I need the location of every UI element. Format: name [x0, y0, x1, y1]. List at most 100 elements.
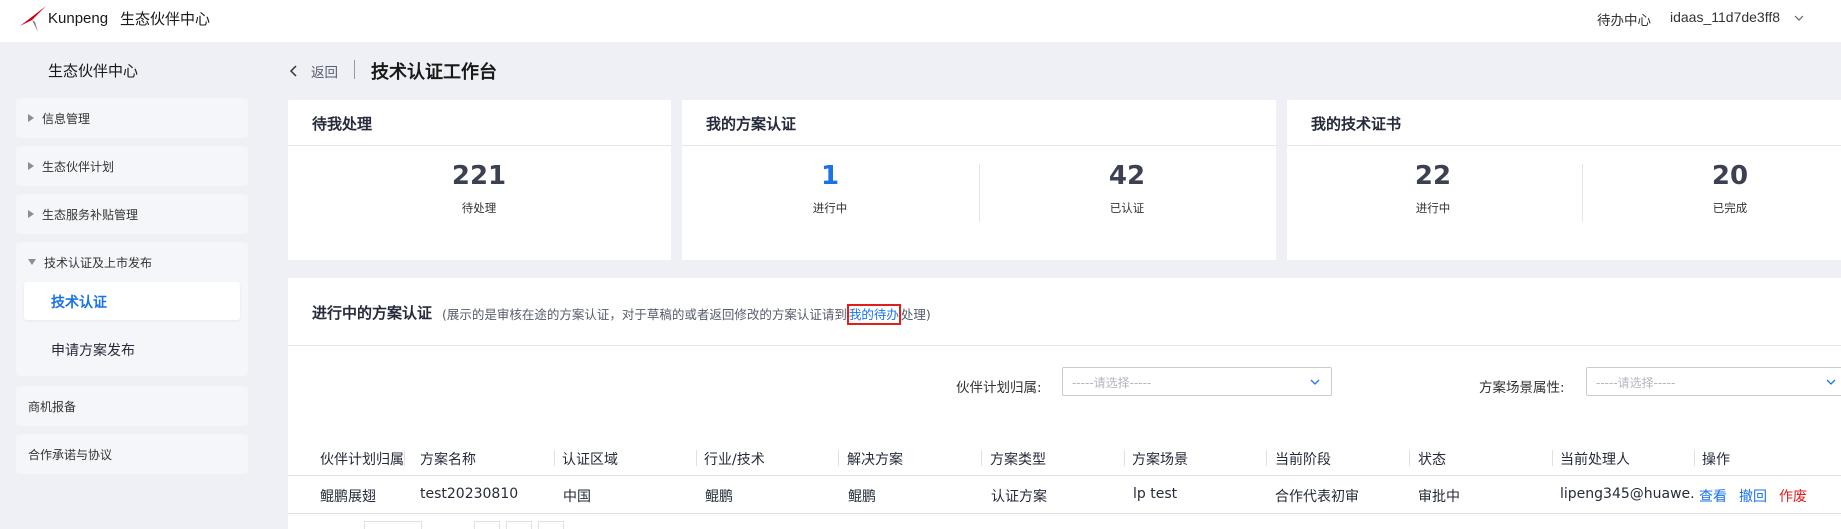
caret-down-icon [28, 259, 36, 265]
divider [979, 164, 980, 222]
stat-label: 进行中 [1415, 201, 1451, 215]
top-bar: Kunpeng 生态伙伴中心 待办中心 idaas_11d7de3ff8 [0, 0, 1841, 42]
sidebar-item-label: 技术认证及上市发布 [44, 255, 153, 270]
sidebar-item-agreements[interactable]: 合作承诺与协议 [16, 434, 248, 474]
view-button[interactable]: 查看 [1699, 486, 1727, 506]
filter-label-partner-plan: 伙伴计划归属: [956, 380, 1042, 396]
stat-label: 已认证 [1109, 201, 1145, 215]
stat-in-progress[interactable]: 1 进行中 [780, 160, 880, 216]
user-menu[interactable]: idaas_11d7de3ff8 [1670, 9, 1780, 25]
sidebar-subitem-publish[interactable]: 申请方案发布 [51, 340, 135, 360]
pager-next-button[interactable] [538, 521, 564, 529]
stat-cert-completed[interactable]: 20 已完成 [1680, 160, 1780, 216]
pager-page-button[interactable] [506, 521, 532, 529]
stat-cert-in-progress[interactable]: 22 进行中 [1383, 160, 1483, 216]
sidebar-item-partner-plan[interactable]: 生态伙伴计划 [16, 146, 248, 186]
sidebar-item-label: 生态服务补贴管理 [42, 207, 139, 222]
divider [981, 450, 982, 466]
col-scene[interactable]: 方案场景 [1132, 449, 1188, 469]
panel-title: 进行中的方案认证 [312, 304, 433, 322]
col-handler[interactable]: 当前处理人 [1560, 449, 1630, 469]
col-solution[interactable]: 解决方案 [847, 449, 903, 469]
select-placeholder: -----请选择----- [1072, 376, 1152, 390]
chevron-down-icon [1826, 379, 1836, 385]
divider [1552, 450, 1553, 466]
stat-value: 22 [1414, 161, 1452, 191]
page-size-select[interactable] [364, 521, 422, 529]
cell-region: 中国 [563, 489, 591, 505]
col-industry[interactable]: 行业/技术 [704, 449, 765, 469]
divider [1266, 450, 1267, 466]
divider [1694, 450, 1695, 466]
caret-right-icon [28, 114, 34, 122]
sidebar-item-subsidy[interactable]: 生态服务补贴管理 [16, 194, 248, 234]
divider [1582, 164, 1583, 222]
panel-note: (展示的是审核在途的方案认证，对于草稿的或者返回修改的方案认证请到 我的待办 处理) [442, 304, 931, 325]
sidebar-subitem-tech-cert[interactable]: 技术认证 [24, 282, 240, 320]
back-arrow-icon[interactable] [288, 64, 298, 78]
sidebar-item-info[interactable]: 信息管理 [16, 98, 248, 138]
void-button[interactable]: 作废 [1779, 486, 1807, 506]
sidebar-subitem-label: 技术认证 [51, 295, 107, 311]
table-header: 伙伴计划归属 方案名称 认证区域 行业/技术 解决方案 方案类型 方案场景 当前… [288, 438, 1841, 476]
stat-pending[interactable]: 221 待处理 [429, 160, 529, 216]
cell-industry: 鲲鹏 [705, 489, 733, 505]
sidebar-item-opportunity[interactable]: 商机报备 [16, 386, 248, 426]
panel-header: 进行中的方案认证 (展示的是审核在途的方案认证，对于草稿的或者返回修改的方案认证… [288, 278, 1841, 346]
cell-stage: 合作代表初审 [1275, 489, 1359, 505]
cell-solution: 鲲鹏 [848, 489, 876, 505]
col-type[interactable]: 方案类型 [990, 449, 1046, 469]
cell-status: 审批中 [1418, 489, 1460, 505]
stat-label: 已完成 [1712, 201, 1748, 215]
withdraw-button[interactable]: 撤回 [1739, 486, 1767, 506]
cell-handler: lipeng345@huawe... [1560, 486, 1694, 502]
site-name[interactable]: 生态伙伴中心 [120, 8, 210, 29]
divider [1409, 450, 1410, 466]
in-progress-panel: 进行中的方案认证 (展示的是审核在途的方案认证，对于草稿的或者返回修改的方案认证… [288, 278, 1841, 529]
stat-label: 待处理 [461, 201, 497, 215]
brand-name[interactable]: Kunpeng [48, 10, 108, 27]
stat-value: 20 [1711, 161, 1749, 191]
page-title: 技术认证工作台 [371, 62, 497, 83]
sidebar-title: 生态伙伴中心 [48, 62, 139, 80]
divider [554, 450, 555, 466]
col-status[interactable]: 状态 [1418, 449, 1446, 469]
sidebar-item-label: 商机报备 [28, 399, 77, 414]
sidebar-item-label: 生态伙伴计划 [42, 159, 115, 174]
stat-value: 42 [1108, 161, 1146, 191]
col-region[interactable]: 认证区域 [562, 449, 618, 469]
partner-plan-select[interactable]: -----请选择----- [1062, 367, 1332, 396]
pending-card: 待我处理 221 待处理 [288, 100, 671, 260]
stat-certified[interactable]: 42 已认证 [1077, 160, 1177, 216]
cell-type: 认证方案 [991, 489, 1047, 505]
card-title: 我的方案认证 [682, 100, 1276, 146]
caret-right-icon [28, 210, 34, 218]
divider [1124, 450, 1125, 466]
back-link[interactable]: 返回 [311, 61, 338, 81]
sidebar-item-certification[interactable]: 技术认证及上市发布 [16, 242, 248, 282]
divider [404, 450, 405, 466]
stat-value: 221 [451, 161, 507, 191]
kunpeng-logo[interactable] [18, 4, 48, 34]
note-text: (展示的是审核在途的方案认证，对于草稿的或者返回修改的方案认证请到 [442, 307, 847, 322]
col-actions: 操作 [1702, 452, 1730, 468]
tech-certificate-card: 我的技术证书 22 进行中 20 已完成 [1287, 100, 1841, 260]
cell-scene: lp test [1133, 486, 1178, 502]
caret-right-icon [28, 162, 34, 170]
col-solution-name[interactable]: 方案名称 [420, 449, 476, 469]
divider [696, 450, 697, 466]
chevron-down-icon[interactable] [1793, 12, 1805, 24]
card-title: 我的技术证书 [1287, 100, 1841, 146]
sidebar-item-label: 信息管理 [42, 111, 91, 126]
scene-attribute-select[interactable]: -----请选择----- [1586, 367, 1841, 396]
table-row: 鲲鹏展翅 test20230810 中国 鲲鹏 鲲鹏 认证方案 lp test … [288, 476, 1841, 514]
divider [838, 450, 839, 466]
todo-center-link[interactable]: 待办中心 [1597, 9, 1651, 29]
divider [354, 60, 355, 79]
col-stage[interactable]: 当前阶段 [1275, 449, 1331, 469]
cell-solution-name: test20230810 [420, 486, 519, 502]
pager-prev-button[interactable] [474, 521, 500, 529]
my-todo-link[interactable]: 我的待办 [846, 304, 901, 325]
col-partner-plan[interactable]: 伙伴计划归属 [320, 449, 404, 469]
cell-partner-plan: 鲲鹏展翅 [320, 489, 376, 505]
